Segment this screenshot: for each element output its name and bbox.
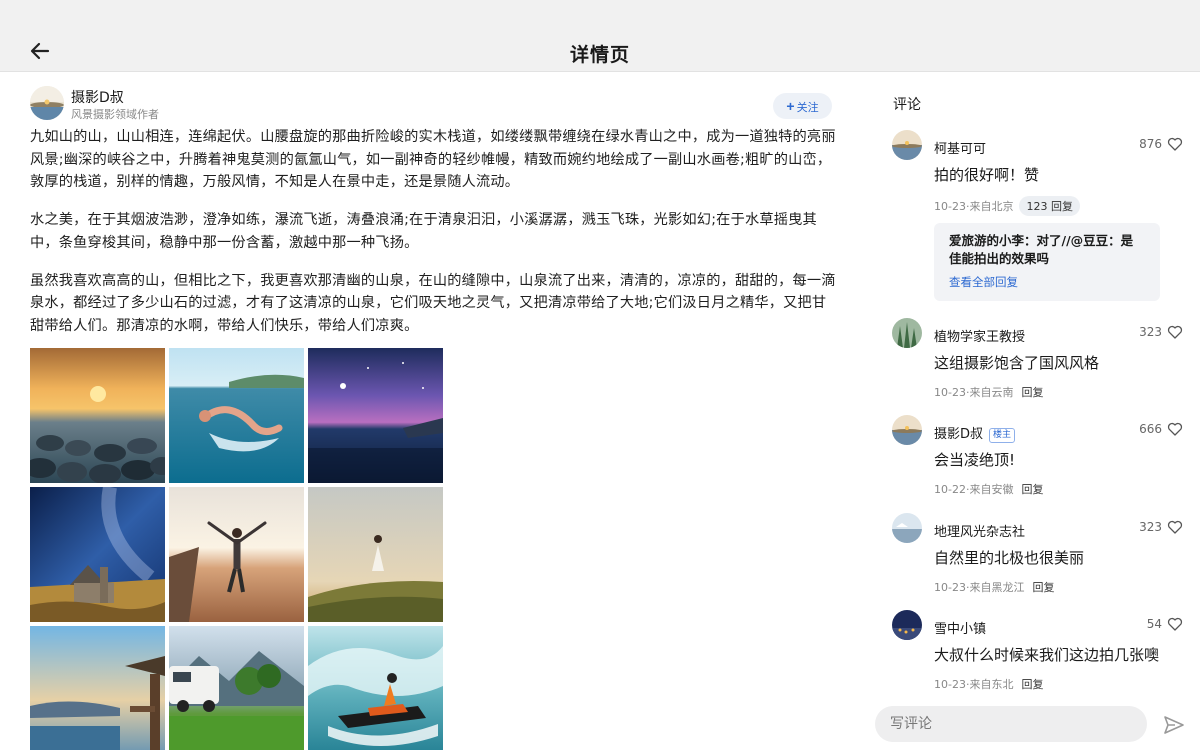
comment-username[interactable]: 地理风光杂志社 [934,521,1025,540]
author-description: 风景摄影领域作者 [71,108,159,121]
comment-meta: 10-23·来自云南 回复 [934,384,1043,400]
swimmer-photo[interactable] [169,348,304,483]
avatar[interactable] [892,610,922,640]
author-bar: 摄影D叔 风景摄影领域作者 + 关注 [30,86,840,126]
jet-ski-photo[interactable] [308,626,443,750]
comment-item: 地理风光杂志社 323 自然里的北极也很美丽 10-23·来自黑龙江 回复 [892,513,1187,603]
top-app-bar: 详情页 [0,0,1200,72]
comment-meta: 10-22·来自安徽 回复 [934,481,1043,497]
comment-text: 拍的很好啊！赞 [934,166,1040,184]
heart-icon[interactable] [1167,421,1183,437]
post-detail: 摄影D叔 风景摄影领域作者 + 关注 九如山的山，山山相连，连绵起伏。山腰盘旋的那… [0,72,870,750]
sub-reply-text: 爱旅游的小李：对了//@豆豆：是佳能拍出的效果吗 [949,233,1134,266]
comment-time-location: 10-23·来自黑龙江 [934,581,1025,594]
comment-meta: 10-23·来自北京 123 回复 [934,196,1080,216]
comment-time-location: 10-23·来自东北 [934,678,1014,691]
author-badge: 楼主 [989,428,1016,443]
comment-username[interactable]: 植物学家王教授 [934,326,1025,345]
like-count: 323 [1139,325,1162,339]
avatar[interactable] [892,415,922,445]
view-all-replies-link[interactable]: 查看全部回复 [949,274,1145,290]
heart-icon[interactable] [1167,324,1183,340]
beach-person-photo[interactable] [169,487,304,622]
comments-panel: 评论 柯基可可 876 拍的很好啊！赞 10-23·来自北京 123 回复 爱旅游… [870,72,1200,750]
page-title: 详情页 [569,44,630,66]
comment-text: 这组摄影饱含了国风风格 [934,354,1100,372]
reply-count-button[interactable]: 123 回复 [1019,196,1080,216]
like-count: 54 [1146,617,1162,631]
night-sea-photo[interactable] [308,348,443,483]
comment-text: 大叔什么时候来我们这边拍几张噢 [934,646,1160,664]
comment-time-location: 10-23·来自云南 [934,386,1014,399]
article-body: 九如山的山，山山相连，连绵起伏。山腰盘旋的那曲折险峻的实木栈道，如缕缕飘带缠绕在… [30,126,838,353]
heart-icon[interactable] [1167,136,1183,152]
avatar[interactable] [892,130,922,160]
comments-title: 评论 [893,97,921,113]
plus-icon: + [786,98,795,114]
girl-on-hill-photo[interactable] [308,487,443,622]
author-avatar[interactable] [30,86,64,120]
lakeside-pavilion-photo[interactable] [30,626,165,750]
reply-button[interactable]: 回复 [1021,676,1043,692]
author-name[interactable]: 摄影D叔 [71,87,124,107]
heart-icon[interactable] [1167,616,1183,632]
avatar[interactable] [892,318,922,348]
milky-way-church-photo[interactable] [30,487,165,622]
like-count: 666 [1139,422,1162,436]
comment-input-bar [870,700,1200,750]
comment-item: 摄影D叔 楼主 666 会当凌绝顶! 10-22·来自安徽 回复 [892,415,1187,505]
like-count: 876 [1139,137,1162,151]
comment-input[interactable] [875,706,1147,742]
avatar[interactable] [892,513,922,543]
article-paragraph: 虽然我喜欢高高的山，但相比之下，我更喜欢那清幽的山泉，在山的缝隙中，山泉流了出来… [30,272,836,334]
camper-van-photo[interactable] [169,626,304,750]
follow-button[interactable]: + 关注 [773,93,832,119]
reply-button[interactable]: 回复 [1021,384,1043,400]
sub-reply-box[interactable]: 爱旅游的小李：对了//@豆豆：是佳能拍出的效果吗 查看全部回复 [934,223,1160,301]
comment-time-location: 10-23·来自北京 [934,200,1014,213]
comment-username[interactable]: 柯基可可 [934,138,986,157]
photo-gallery [30,348,444,750]
reply-button[interactable]: 回复 [1032,579,1054,595]
comment-text: 会当凌绝顶! [934,451,1016,469]
article-paragraph: 九如山的山，山山相连，连绵起伏。山腰盘旋的那曲折险峻的实木栈道，如缕缕飘带缠绕在… [30,129,836,190]
reply-button[interactable]: 回复 [1021,481,1043,497]
sunset-pebbles-photo[interactable] [30,348,165,483]
like-count: 323 [1139,520,1162,534]
comment-username-text[interactable]: 摄影D叔 [934,427,983,442]
comment-username[interactable]: 雪中小镇 [934,618,986,637]
comment-meta: 10-23·来自东北 回复 [934,676,1043,692]
comment-username: 摄影D叔 楼主 [934,423,1016,443]
send-icon[interactable] [1162,713,1186,737]
comment-meta: 10-23·来自黑龙江 回复 [934,579,1054,595]
comment-text: 自然里的北极也很美丽 [934,549,1085,567]
article-paragraph: 水之美，在于其烟波浩渺，澄净如练，瀑流飞逝，涛叠浪涌;在于清泉汩汩，小溪潺潺，溅… [30,212,817,251]
heart-icon[interactable] [1167,519,1183,535]
comment-item: 雪中小镇 54 大叔什么时候来我们这边拍几张噢 10-23·来自东北 回复 [892,610,1187,700]
comment-time-location: 10-22·来自安徽 [934,483,1014,496]
comment-item: 植物学家王教授 323 这组摄影饱含了国风风格 10-23·来自云南 回复 [892,318,1187,408]
follow-label: 关注 [796,102,819,114]
